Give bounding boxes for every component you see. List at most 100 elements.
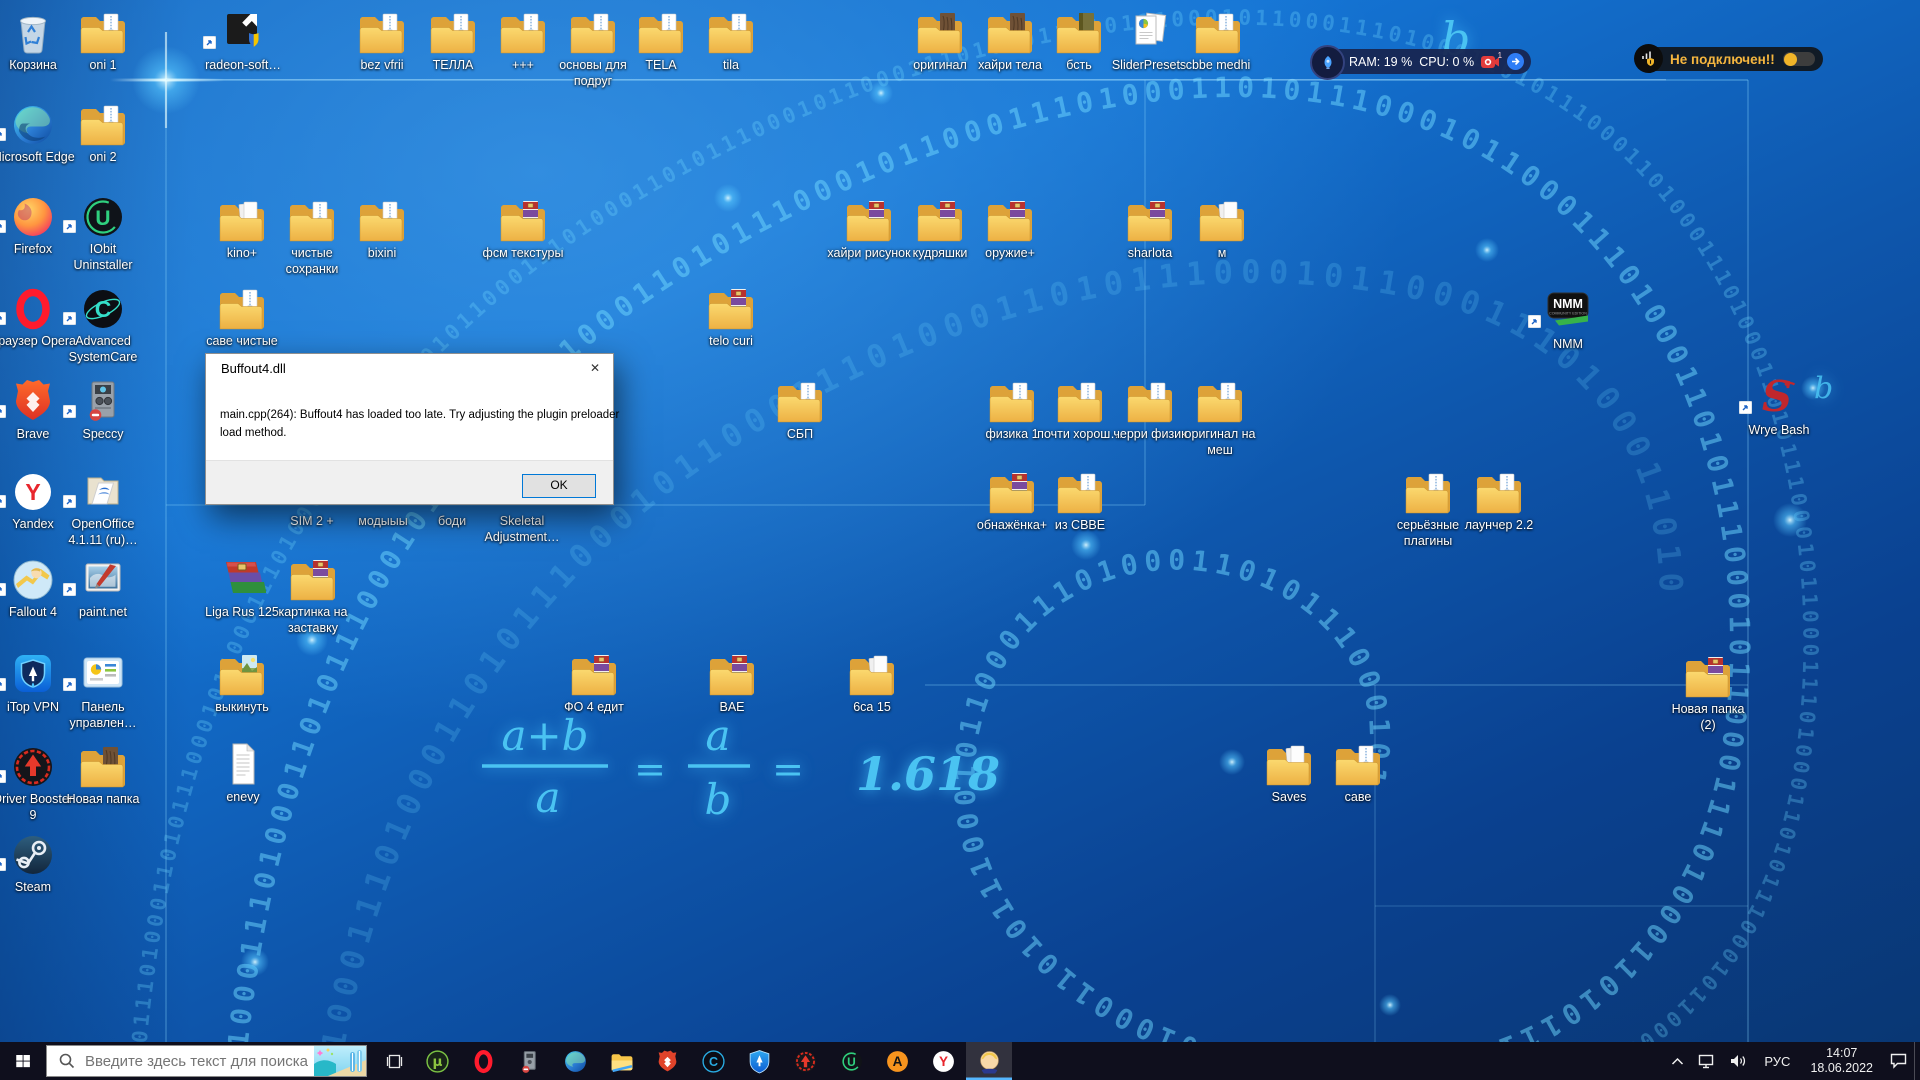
desktop-icon-label: 6ca 15 xyxy=(829,699,915,715)
desktop-icon-51[interactable]: paint.net xyxy=(57,555,149,620)
desktop-icon-label: оружие+ xyxy=(967,245,1053,261)
taskbar-app-ccleaner[interactable]: C xyxy=(690,1042,736,1080)
search-highlight-image[interactable] xyxy=(314,1046,366,1076)
desktop-icon-17[interactable]: UIObit Uninstaller xyxy=(57,192,149,273)
desktop-icon-59[interactable]: 6ca 15 xyxy=(826,650,918,715)
desktop-icon-label: radeon-soft… xyxy=(200,57,286,73)
ccleaner-icon: C xyxy=(701,1049,726,1074)
shortcut-arrow-icon xyxy=(63,583,76,601)
taskbar-app-yandex[interactable]: Y xyxy=(920,1042,966,1080)
desktop-icon-61[interactable]: Новая папка xyxy=(57,742,149,807)
desktop-icon-2[interactable]: radeon-soft… xyxy=(197,8,289,73)
wrye-icon: S xyxy=(1733,373,1825,419)
taskbar-app-opera[interactable] xyxy=(460,1042,506,1080)
desktop-icon-39[interactable]: SWrye Bash xyxy=(1733,373,1825,438)
desktop-icon-38[interactable]: оригинал на меш xyxy=(1174,377,1266,458)
desktop-icon-26[interactable]: м xyxy=(1176,196,1268,261)
desktop-icon-27[interactable]: NMMCOMMUNITY EDITIONNMM xyxy=(1522,287,1614,352)
folder-rar-icon xyxy=(477,196,569,242)
perf-monitor-pill[interactable]: RAM: 19 % CPU: 0 % 1 xyxy=(1313,49,1531,74)
brave-icon xyxy=(655,1049,680,1074)
desktop-icon-43[interactable]: из CBBE xyxy=(1034,468,1126,533)
taskbar-app-iobit[interactable]: U xyxy=(828,1042,874,1080)
close-icon[interactable]: ✕ xyxy=(582,358,608,378)
taskbar-app-speccy[interactable] xyxy=(506,1042,552,1080)
desktop-icon-29[interactable]: CAdvanced SystemCare xyxy=(57,284,149,365)
folder-rar-icon xyxy=(548,650,640,696)
taskbar-app-fallout[interactable] xyxy=(966,1042,1012,1080)
ok-button[interactable]: OK xyxy=(522,474,596,498)
folder-zip-icon xyxy=(57,100,149,146)
desktop-icon-34[interactable]: СБП xyxy=(754,377,846,442)
desktop-icon-66[interactable]: Steam xyxy=(0,830,79,895)
shortcut-arrow-icon xyxy=(0,405,6,423)
vpn-toggle[interactable] xyxy=(1783,52,1815,66)
desktop-icon-8[interactable]: tila xyxy=(685,8,777,73)
desktop-icon-64[interactable]: саве xyxy=(1312,740,1404,805)
folder-plain-icon xyxy=(826,650,918,696)
svg-text:COMMUNITY EDITION: COMMUNITY EDITION xyxy=(1549,312,1587,316)
utorrent-icon: µ xyxy=(425,1049,450,1074)
tray-chevron-up-icon[interactable] xyxy=(1664,1042,1691,1080)
desktop-icon-55[interactable]: Панель управлен… xyxy=(57,650,149,731)
taskbar-clock[interactable]: 14:07 18.06.2022 xyxy=(1800,1046,1883,1076)
folder-plain-icon xyxy=(1176,196,1268,242)
record-icon[interactable]: 1 xyxy=(1481,55,1500,69)
desktop-icon-53[interactable]: картинка на заставку xyxy=(267,555,359,636)
language-indicator[interactable]: РУС xyxy=(1754,1042,1800,1080)
expand-arrow-icon[interactable] xyxy=(1507,53,1524,70)
desktop-icon-label: Speccy xyxy=(60,426,146,442)
desktop-icon-20[interactable]: bixini xyxy=(336,196,428,261)
dialog-message: main.cpp(264): Buffout4 has loaded too l… xyxy=(220,407,619,442)
taskbar-app-explorer[interactable] xyxy=(598,1042,644,1080)
desktop-icon-13[interactable]: cbbe medhi xyxy=(1172,8,1264,73)
taskbar-app-aimp[interactable]: A xyxy=(874,1042,920,1080)
folder-rar-icon xyxy=(1662,652,1754,698)
desktop-icon-45[interactable]: лаунчер 2.2 xyxy=(1453,468,1545,533)
taskbar-app-driverbooster[interactable] xyxy=(782,1042,828,1080)
action-center-icon[interactable] xyxy=(1883,1042,1914,1080)
volume-icon[interactable] xyxy=(1723,1042,1754,1080)
task-view-icon xyxy=(385,1053,404,1070)
folder-rar-icon xyxy=(964,196,1056,242)
taskbar-search[interactable] xyxy=(46,1045,367,1077)
desktop-icon-label: Steam xyxy=(0,879,76,895)
desktop-icon-label: IObit Uninstaller xyxy=(60,241,146,273)
dialog-button-strip: OK xyxy=(206,460,613,504)
show-desktop-button[interactable] xyxy=(1914,1042,1920,1080)
network-icon[interactable] xyxy=(1691,1042,1723,1080)
desktop-icon-33[interactable]: Speccy xyxy=(57,377,149,442)
desktop-icon-62[interactable]: enevy xyxy=(197,740,289,805)
search-input[interactable] xyxy=(85,1053,314,1070)
folder-zip-icon xyxy=(196,284,288,330)
start-button[interactable] xyxy=(0,1042,46,1080)
desktop-icon-15[interactable]: oni 2 xyxy=(57,100,149,165)
desktop-icons: Корзинаoni 1radeon-soft…bez vfriiТЕЛЛА++… xyxy=(0,0,1920,1042)
desktop-icon-31[interactable]: telo curi xyxy=(685,284,777,349)
desktop-icon-24[interactable]: оружие+ xyxy=(964,196,1056,261)
desktop-icon-label: Skeletal Adjustment… xyxy=(479,513,565,545)
desktop-icon-label: cbbe medhi xyxy=(1175,57,1261,73)
desktop-icon-21[interactable]: фсм текстуры xyxy=(477,196,569,261)
desktop-icon-58[interactable]: BAE xyxy=(686,650,778,715)
desktop-icon-1[interactable]: oni 1 xyxy=(57,8,149,73)
desktop-icon-label: СБП xyxy=(757,426,843,442)
taskbar-app-itopshield[interactable] xyxy=(736,1042,782,1080)
shortcut-arrow-icon xyxy=(63,678,76,696)
desktop-icon-label: саве чистые xyxy=(199,333,285,349)
folder-zip-icon xyxy=(1453,468,1545,514)
desktop-icon-57[interactable]: ФО 4 едит xyxy=(548,650,640,715)
folder-rar-icon xyxy=(686,650,778,696)
task-view-button[interactable] xyxy=(374,1042,414,1080)
desktop-icon-41[interactable]: OpenOffice 4.1.11 (ru)… xyxy=(57,467,149,548)
desktop-icon-49[interactable]: Skeletal Adjustment… xyxy=(476,510,568,545)
desktop-icon-56[interactable]: выкинуть xyxy=(196,650,288,715)
desktop-icon-65[interactable]: Новая папка (2) xyxy=(1662,652,1754,733)
taskbar-app-edge[interactable] xyxy=(552,1042,598,1080)
taskbar-app-brave[interactable] xyxy=(644,1042,690,1080)
svg-text:U: U xyxy=(847,1055,856,1069)
taskbar-app-utorrent[interactable]: µ xyxy=(414,1042,460,1080)
shortcut-arrow-icon xyxy=(1739,401,1752,419)
desktop-icon-30[interactable]: саве чистые xyxy=(196,284,288,349)
vpn-status-pill[interactable]: Не подключен!! xyxy=(1636,47,1823,71)
